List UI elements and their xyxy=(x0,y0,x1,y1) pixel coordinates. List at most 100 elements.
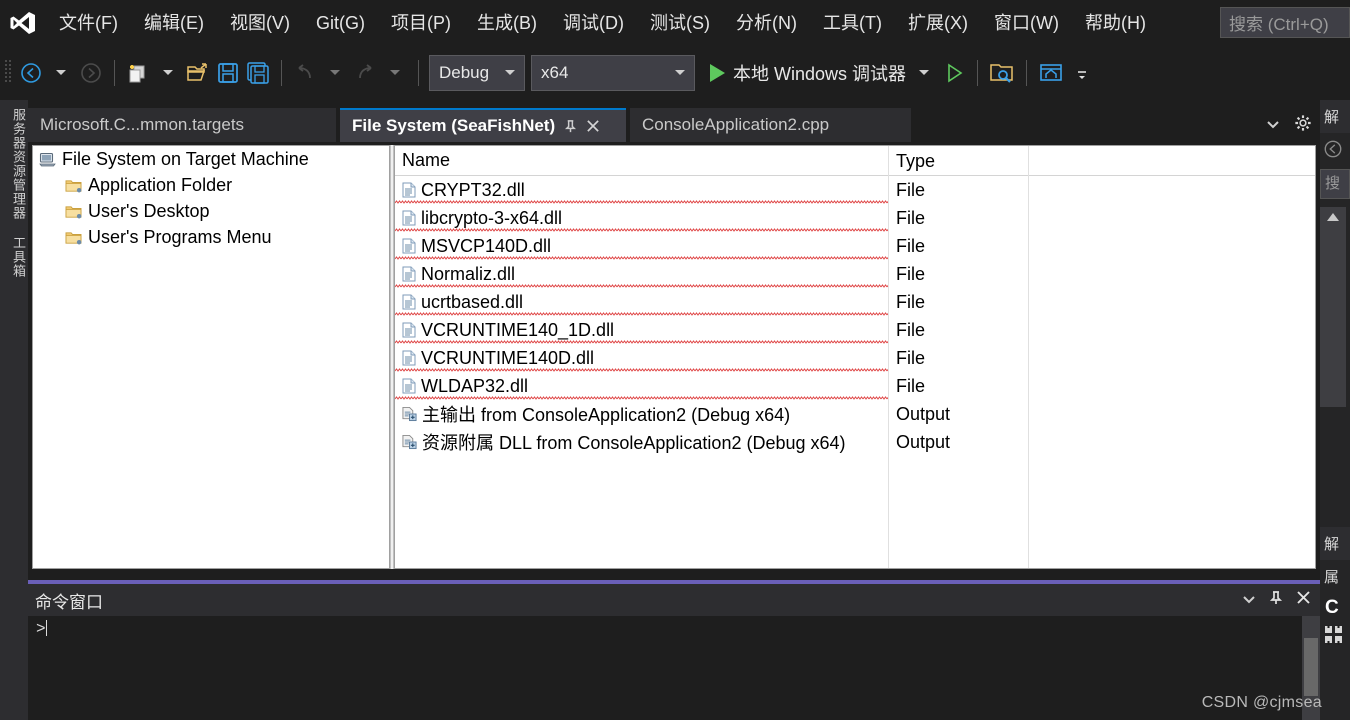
file-list-row[interactable]: VCRUNTIME140D.dll File xyxy=(395,344,1315,372)
properties-tab[interactable]: 属 xyxy=(1320,560,1350,593)
tree-node-2[interactable]: User's Programs Menu xyxy=(33,224,389,250)
menu-item-1[interactable]: 编辑(E) xyxy=(131,8,217,38)
command-window: 命令窗口 > xyxy=(28,580,1320,720)
solution-explorer-back-button[interactable] xyxy=(1320,133,1350,165)
document-tab-0[interactable]: Microsoft.C...mmon.targets xyxy=(28,108,336,142)
file-list-row[interactable]: ucrtbased.dll File xyxy=(395,288,1315,316)
new-project-button[interactable] xyxy=(123,55,153,91)
tree-node-label: Application Folder xyxy=(88,174,233,195)
file-type-cell: File xyxy=(888,260,1028,288)
tree-node-label: User's Desktop xyxy=(88,200,210,221)
solution-explorer-scrollbar[interactable] xyxy=(1320,207,1346,407)
undo-button[interactable] xyxy=(290,55,320,91)
navigate-forward-button[interactable] xyxy=(76,55,106,91)
navigate-forward-icon xyxy=(81,62,101,83)
file-list-row[interactable]: VCRUNTIME140_1D.dll File xyxy=(395,316,1315,344)
save-button[interactable] xyxy=(213,55,243,91)
menu-item-0[interactable]: 文件(F) xyxy=(46,8,131,38)
scroll-up-icon[interactable] xyxy=(1327,213,1339,221)
find-in-files-button[interactable] xyxy=(986,55,1018,91)
file-type-cell: File xyxy=(888,288,1028,316)
file-name-cell: CRYPT32.dll xyxy=(395,176,888,204)
command-window-scrollbar[interactable] xyxy=(1302,616,1320,720)
tree-node-0[interactable]: Application Folder xyxy=(33,172,389,198)
document-tab-label: ConsoleApplication2.cpp xyxy=(642,115,830,134)
menu-item-9[interactable]: 工具(T) xyxy=(810,8,895,38)
tree-node-label: File System on Target Machine xyxy=(62,148,309,169)
menu-item-6[interactable]: 调试(D) xyxy=(550,8,637,38)
file-list-row[interactable]: MSVCP140D.dll File xyxy=(395,232,1315,260)
menu-item-12[interactable]: 帮助(H) xyxy=(1072,8,1159,38)
document-tab-1[interactable]: File System (SeaFishNet) xyxy=(340,108,626,142)
tree-node-1[interactable]: User's Desktop xyxy=(33,198,389,224)
menu-item-5[interactable]: 生成(B) xyxy=(464,8,550,38)
solution-explorer-tab-2[interactable]: 解 xyxy=(1320,527,1350,560)
column-header-name[interactable]: Name xyxy=(395,150,888,171)
new-project-dropdown[interactable] xyxy=(153,55,183,91)
open-file-button[interactable] xyxy=(183,55,213,91)
file-name-cell: ucrtbased.dll xyxy=(395,288,888,316)
file-list-row[interactable]: CRYPT32.dll File xyxy=(395,176,1315,204)
rail-tab-1[interactable]: 工具箱 xyxy=(0,228,28,286)
command-window-header: 命令窗口 xyxy=(28,584,1320,616)
navigate-back-icon xyxy=(1324,140,1342,158)
file-name-cell: 资源附属 DLL from ConsoleApplication2 (Debug… xyxy=(395,428,888,456)
live-share-button[interactable] xyxy=(1035,55,1067,91)
scrollbar-thumb[interactable] xyxy=(1304,638,1318,696)
start-debug-button[interactable]: 本地 Windows 调试器 xyxy=(707,55,909,91)
tab-close-button[interactable] xyxy=(586,119,600,133)
solution-platform-combo[interactable]: x64 xyxy=(531,54,695,91)
file-list-row[interactable]: 主输出 from ConsoleApplication2 (Debug x64)… xyxy=(395,400,1315,428)
file-type-cell: File xyxy=(888,232,1028,260)
tab-pin-button[interactable] xyxy=(564,119,577,134)
redo-dropdown[interactable] xyxy=(380,55,410,91)
global-search-placeholder: 搜索 (Ctrl+Q) xyxy=(1229,15,1329,34)
menu-item-4[interactable]: 项目(P) xyxy=(378,8,464,38)
chevron-down-icon xyxy=(919,70,930,75)
column-header-type[interactable]: Type xyxy=(888,146,1028,176)
tab-settings-button[interactable] xyxy=(1294,114,1312,137)
chevron-down-icon xyxy=(1267,121,1279,129)
solution-explorer-search-input[interactable]: 搜 xyxy=(1320,169,1350,199)
menu-item-3[interactable]: Git(G) xyxy=(303,8,378,38)
save-all-button[interactable] xyxy=(243,55,273,91)
file-type-cell: Output xyxy=(888,400,1028,428)
navigate-back-button[interactable] xyxy=(16,55,46,91)
solution-explorer-tab[interactable]: 解 xyxy=(1320,100,1350,133)
file-list-row[interactable]: Normaliz.dll File xyxy=(395,260,1315,288)
navigate-back-dropdown[interactable] xyxy=(46,55,76,91)
solution-configuration-combo[interactable]: Debug xyxy=(429,54,525,91)
rail-tab-0[interactable]: 服务器资源管理器 xyxy=(0,100,28,228)
toolbar-overflow-button[interactable] xyxy=(1067,55,1097,91)
file-system-tree-panel[interactable]: File System on Target Machine Applicatio… xyxy=(32,145,390,569)
file-list-panel[interactable]: Name Type CRYPT32.dll File libcrypto-3-x64… xyxy=(394,145,1316,569)
command-prompt: > xyxy=(36,620,46,638)
command-window-drag-dots[interactable] xyxy=(111,594,1242,606)
file-name-text: VCRUNTIME140D.dll xyxy=(421,347,595,368)
global-search-box[interactable]: 搜索 (Ctrl+Q) xyxy=(1220,7,1350,38)
redo-button[interactable] xyxy=(350,55,380,91)
toolbar-grip[interactable] xyxy=(0,45,16,100)
menu-item-11[interactable]: 窗口(W) xyxy=(981,8,1072,38)
document-tab-2[interactable]: ConsoleApplication2.cpp xyxy=(630,108,911,142)
class-view-tab[interactable]: C xyxy=(1320,593,1350,623)
command-window-close-button[interactable] xyxy=(1296,590,1311,610)
menu-item-2[interactable]: 视图(V) xyxy=(217,8,303,38)
document-tab-label: File System (SeaFishNet) xyxy=(352,116,556,135)
file-list-row[interactable]: libcrypto-3-x64.dll File xyxy=(395,204,1315,232)
menu-item-8[interactable]: 分析(N) xyxy=(723,8,810,38)
start-without-debugging-button[interactable] xyxy=(939,55,969,91)
menu-item-10[interactable]: 扩展(X) xyxy=(895,8,981,38)
file-list-row[interactable]: WLDAP32.dll File xyxy=(395,372,1315,400)
command-window-pin-button[interactable] xyxy=(1269,590,1283,611)
start-debug-dropdown[interactable] xyxy=(909,55,939,91)
tree-node-root[interactable]: File System on Target Machine xyxy=(33,146,389,172)
undo-dropdown[interactable] xyxy=(320,55,350,91)
play-outline-icon xyxy=(948,63,963,82)
menu-items: 文件(F) 编辑(E) 视图(V) Git(G) 项目(P) 生成(B) 调试(D) 测试(S… xyxy=(46,8,1159,38)
command-window-dropdown-button[interactable] xyxy=(1242,591,1256,609)
menu-item-7[interactable]: 测试(S) xyxy=(637,8,723,38)
active-files-dropdown-button[interactable] xyxy=(1266,116,1280,134)
file-list-row[interactable]: 资源附属 DLL from ConsoleApplication2 (Debug… xyxy=(395,428,1315,456)
command-window-input[interactable]: > xyxy=(28,616,1320,720)
